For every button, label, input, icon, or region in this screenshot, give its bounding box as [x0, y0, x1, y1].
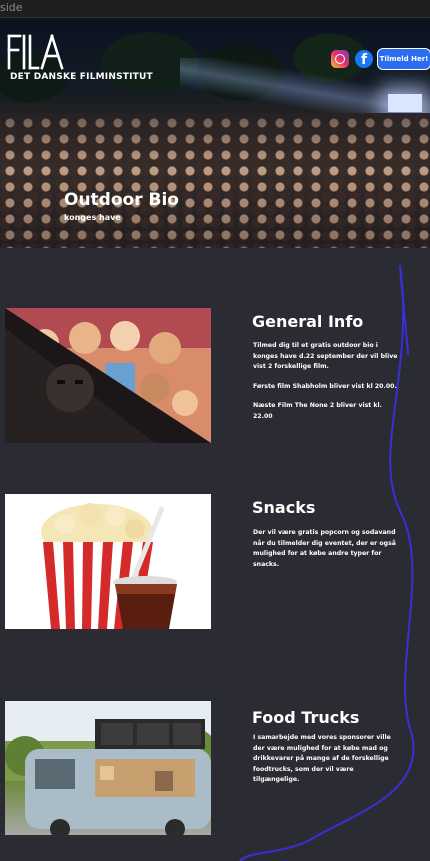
snacks-image	[5, 494, 211, 629]
general-info-image	[5, 308, 211, 443]
signup-button[interactable]: Tilmeld Her!	[377, 48, 430, 70]
section-text-general-info: Tilmed dig til et gratis outdoor bio i k…	[253, 341, 401, 429]
section-text-snacks: Der vil være gratis popcorn og sodavand …	[253, 528, 401, 577]
browser-top-bar: side	[0, 0, 430, 18]
filminstitut-logo[interactable]	[6, 34, 66, 70]
general-info-paragraph-2: Første film Shabholm bliver vist kl 20.0…	[253, 382, 397, 390]
hero-subtitle: konges have	[64, 213, 121, 222]
general-info-paragraph-3: Næste Film The None 2 bliver vist kl. 22…	[253, 402, 382, 420]
section-title-food-trucks: Food Trucks	[252, 708, 360, 727]
snacks-paragraph-1: Der vil være gratis popcorn og sodavand …	[253, 529, 396, 568]
food-trucks-paragraph-1: I samarbejde med vores sponsorer ville d…	[253, 734, 391, 783]
food-trucks-image	[5, 701, 211, 835]
hero-crowd-image	[0, 113, 430, 248]
instagram-icon[interactable]	[331, 50, 349, 68]
section-title-general-info: General Info	[252, 312, 364, 331]
logo-text: DET DANSKE FILMINSTITUT	[10, 72, 153, 82]
facebook-icon[interactable]: f	[355, 50, 373, 68]
tab-fragment: side	[0, 1, 23, 14]
hero-title: Outdoor Bio	[64, 190, 179, 210]
cinema-screen	[388, 94, 422, 112]
section-text-food-trucks: I samarbejde med vores sponsorer ville d…	[253, 733, 401, 793]
general-info-paragraph-1: Tilmed dig til et gratis outdoor bio i k…	[253, 342, 398, 370]
section-title-snacks: Snacks	[252, 498, 316, 517]
